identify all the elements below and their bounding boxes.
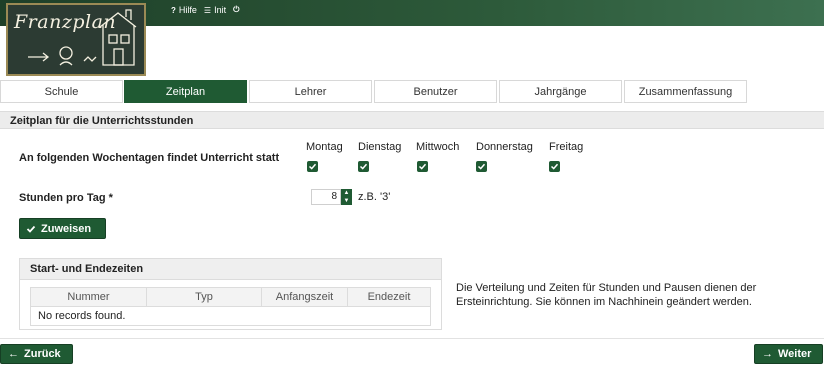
tab-schule[interactable]: Schule bbox=[0, 80, 123, 103]
checkbox-donnerstag[interactable] bbox=[476, 161, 487, 172]
check-icon bbox=[477, 163, 486, 170]
day-dienstag: Dienstag bbox=[358, 141, 401, 153]
question-icon: ? bbox=[171, 5, 176, 15]
checkbox-montag[interactable] bbox=[307, 161, 318, 172]
tab-bar: Schule Zeitplan Lehrer Benutzer Jahrgäng… bbox=[0, 80, 824, 104]
day-label: Donnerstag bbox=[476, 141, 533, 153]
next-label: Weiter bbox=[778, 348, 812, 360]
column-header-typ[interactable]: Typ bbox=[147, 288, 262, 306]
chevron-up-icon: ▲ bbox=[343, 190, 350, 196]
help-link[interactable]: ? Hilfe bbox=[171, 5, 197, 15]
franzplan-logo[interactable]: Franzplan bbox=[6, 3, 146, 76]
decrement-button[interactable]: ▼ bbox=[341, 197, 352, 205]
column-header-nummer[interactable]: Nummer bbox=[31, 288, 147, 306]
checkbox-dienstag[interactable] bbox=[358, 161, 369, 172]
day-freitag: Freitag bbox=[549, 141, 583, 153]
day-donnerstag: Donnerstag bbox=[476, 141, 533, 153]
logout-link[interactable]: ⏻ bbox=[233, 5, 239, 15]
check-icon bbox=[418, 163, 427, 170]
power-icon: ⏻ bbox=[233, 5, 240, 14]
tab-lehrer[interactable]: Lehrer bbox=[249, 80, 372, 103]
day-label: Freitag bbox=[549, 141, 584, 153]
hours-hint: z.B. '3' bbox=[358, 191, 391, 203]
tab-zusammenfassung[interactable]: Zusammenfassung bbox=[624, 80, 747, 103]
empty-message: No records found. bbox=[38, 310, 126, 322]
check-icon bbox=[26, 225, 36, 233]
times-panel-title: Start- und Endezeiten bbox=[20, 259, 441, 280]
column-header-anfangszeit[interactable]: Anfangszeit bbox=[262, 288, 348, 306]
day-label: Mittwoch bbox=[416, 141, 460, 153]
check-icon bbox=[550, 163, 559, 170]
tab-benutzer[interactable]: Benutzer bbox=[374, 80, 497, 103]
tab-jahrgaenge[interactable]: Jahrgänge bbox=[499, 80, 622, 103]
house-drawing-icon bbox=[28, 9, 137, 66]
back-label: Zurück bbox=[24, 348, 61, 360]
info-text: Die Verteilung und Zeiten für Stunden un… bbox=[456, 282, 757, 308]
help-label: Hilfe bbox=[178, 5, 197, 15]
checkbox-mittwoch[interactable] bbox=[417, 161, 428, 172]
day-mittwoch: Mittwoch bbox=[416, 141, 459, 153]
tab-zeitplan[interactable]: Zeitplan bbox=[124, 80, 247, 103]
times-table: Nummer Typ Anfangszeit Endezeit No recor… bbox=[30, 287, 431, 326]
check-icon bbox=[308, 163, 317, 170]
hours-stepper: ▲ ▼ bbox=[341, 189, 352, 205]
chevron-down-icon: ▼ bbox=[343, 198, 350, 204]
assign-label: Zuweisen bbox=[41, 222, 92, 235]
back-button[interactable]: ← Zurück bbox=[0, 344, 73, 364]
column-header-endezeit[interactable]: Endezeit bbox=[348, 288, 430, 306]
weekdays-label: An folgenden Wochentagen findet Unterric… bbox=[19, 152, 280, 164]
next-button[interactable]: → Weiter bbox=[754, 344, 823, 364]
day-label: Montag bbox=[306, 141, 343, 153]
section-title: Zeitplan für die Unterrichtsstunden bbox=[0, 111, 824, 129]
checkbox-freitag[interactable] bbox=[549, 161, 560, 172]
times-panel: Start- und Endezeiten Nummer Typ Anfangs… bbox=[19, 258, 442, 330]
init-label: Init bbox=[214, 5, 227, 15]
arrow-left-icon: ← bbox=[8, 348, 19, 360]
init-link[interactable]: ☰ Init bbox=[204, 5, 226, 15]
check-icon bbox=[359, 163, 368, 170]
top-links: ? Hilfe ☰ Init ⏻ bbox=[171, 5, 239, 15]
divider bbox=[0, 338, 824, 339]
day-montag: Montag bbox=[306, 141, 343, 153]
arrow-right-icon: → bbox=[762, 348, 773, 360]
assign-button[interactable]: Zuweisen bbox=[19, 218, 106, 239]
day-label: Dienstag bbox=[358, 141, 402, 153]
hours-label: Stunden pro Tag * bbox=[19, 192, 113, 204]
table-header: Nummer Typ Anfangszeit Endezeit bbox=[31, 288, 430, 307]
database-icon: ☰ bbox=[203, 5, 212, 15]
increment-button[interactable]: ▲ bbox=[341, 189, 352, 197]
hours-input[interactable]: 8 bbox=[311, 189, 341, 205]
